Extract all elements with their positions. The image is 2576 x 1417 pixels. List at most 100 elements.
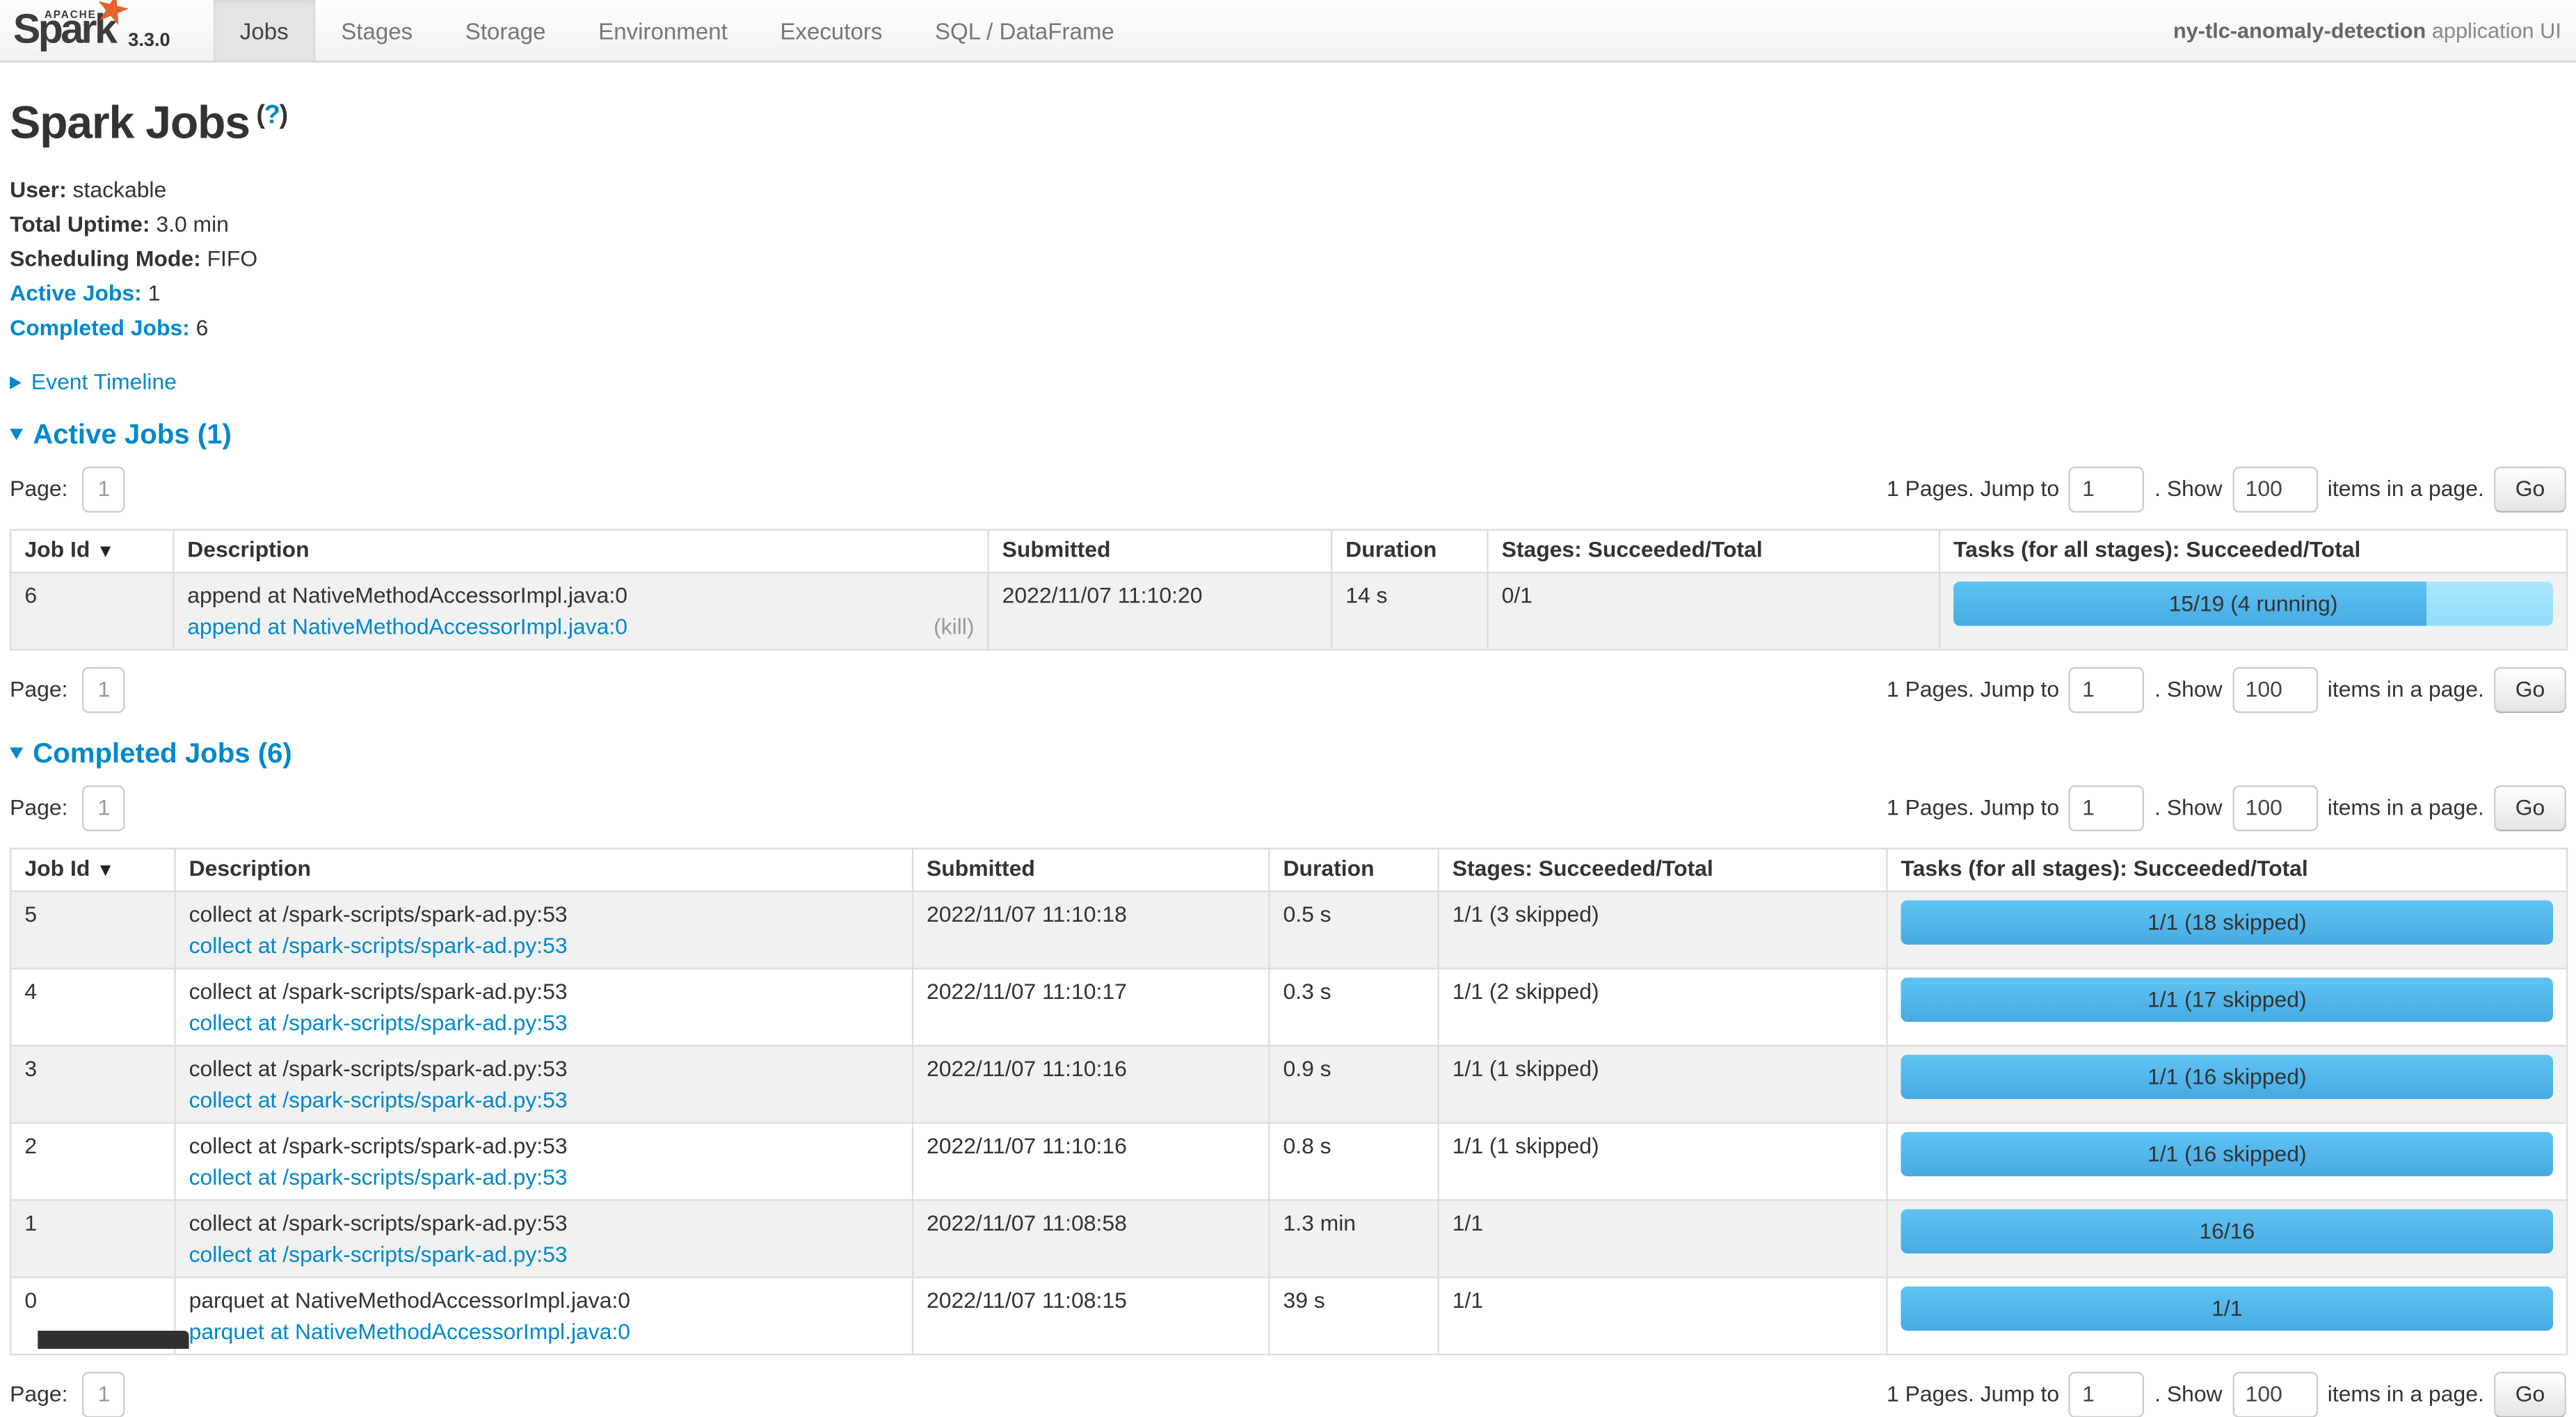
tab-storage[interactable]: Storage — [439, 0, 572, 61]
job-row-1: 1collect at /spark-scripts/spark-ad.py:5… — [10, 1199, 2567, 1276]
job-detail-link[interactable]: parquet at NativeMethodAccessorImpl.java… — [189, 1319, 630, 1343]
stages-cell: 1/1 — [1439, 1199, 1887, 1276]
job-description-text: collect at /spark-scripts/spark-ad.py:53 — [189, 1212, 899, 1235]
pages-count-text: 1 Pages. Jump to — [1887, 477, 2059, 501]
summary-item: Completed Jobs: 6 — [10, 315, 2566, 341]
go-button[interactable]: Go — [2494, 1371, 2566, 1417]
tab-stages[interactable]: Stages — [314, 0, 439, 61]
show-items-input[interactable] — [2232, 785, 2318, 831]
description-cell: collect at /spark-scripts/spark-ad.py:53… — [175, 1122, 913, 1199]
spark-ui-jobs-page: APACHE Spark ★ 3.3.0 JobsStagesStorageEn… — [0, 0, 2576, 1349]
submitted-cell: 2022/11/07 11:10:17 — [913, 968, 1269, 1045]
help-link[interactable]: (?) — [256, 102, 287, 129]
job-detail-link[interactable]: collect at /spark-scripts/spark-ad.py:53 — [189, 933, 568, 957]
items-text: items in a page. — [2328, 795, 2484, 819]
progress-label: 15/19 (4 running) — [1953, 581, 2553, 625]
progress-label: 1/1 (16 skipped) — [1901, 1054, 2553, 1098]
active-jobs-table: Job Id▼DescriptionSubmittedDurationStage… — [10, 528, 2568, 650]
stages-cell: 1/1 — [1439, 1276, 1887, 1354]
column-header-description[interactable]: Description — [175, 848, 913, 890]
column-header-job-id[interactable]: Job Id▼ — [10, 848, 175, 890]
summary-value: FIFO — [201, 246, 257, 271]
items-text: items in a page. — [2328, 1382, 2484, 1406]
column-header-tasks-for-all-stages-succeeded-total[interactable]: Tasks (for all stages): Succeeded/Total — [1939, 529, 2567, 571]
stages-cell: 1/1 (1 skipped) — [1439, 1045, 1887, 1122]
summary-item: Scheduling Mode: FIFO — [10, 246, 2566, 272]
page-number-input[interactable] — [83, 785, 125, 831]
job-detail-link[interactable]: collect at /spark-scripts/spark-ad.py:53 — [189, 1010, 568, 1034]
spark-logo: APACHE Spark ★ 3.3.0 — [0, 0, 214, 61]
show-items-input[interactable] — [2232, 666, 2318, 712]
go-button[interactable]: Go — [2494, 785, 2566, 831]
job-detail-link[interactable]: collect at /spark-scripts/spark-ad.py:53 — [189, 1087, 568, 1112]
job-detail-link[interactable]: collect at /spark-scripts/spark-ad.py:53 — [189, 1164, 568, 1189]
column-header-duration[interactable]: Duration — [1331, 529, 1487, 571]
tasks-cell: 16/16 — [1887, 1199, 2567, 1276]
tab-sql-dataframe[interactable]: SQL / DataFrame — [909, 0, 1140, 61]
tab-jobs[interactable]: Jobs — [214, 0, 314, 61]
tasks-progress-bar: 1/1 (16 skipped) — [1901, 1054, 2553, 1098]
navbar: APACHE Spark ★ 3.3.0 JobsStagesStorageEn… — [0, 0, 2576, 63]
go-button[interactable]: Go — [2494, 466, 2566, 512]
duration-cell: 0.8 s — [1269, 1122, 1438, 1199]
spark-version: 3.3.0 — [128, 31, 170, 51]
column-header-description[interactable]: Description — [173, 529, 988, 571]
sort-desc-icon: ▼ — [97, 860, 115, 879]
page-number-input[interactable] — [83, 666, 125, 712]
progress-label: 1/1 — [1901, 1286, 2553, 1330]
column-header-tasks-for-all-stages-succeeded-total[interactable]: Tasks (for all stages): Succeeded/Total — [1887, 848, 2567, 890]
summary-item: Active Jobs: 1 — [10, 281, 2566, 307]
question-mark-icon[interactable]: ? — [264, 102, 280, 129]
submitted-cell: 2022/11/07 11:10:18 — [913, 890, 1269, 968]
summary-label[interactable]: Completed Jobs: — [10, 315, 190, 339]
jump-to-input[interactable] — [2069, 666, 2145, 712]
job-detail-link[interactable]: append at NativeMethodAccessorImpl.java:… — [187, 614, 627, 639]
app-name: ny-tlc-anomaly-detection application UI — [2173, 0, 2576, 61]
tasks-progress-bar: 1/1 — [1901, 1286, 2553, 1330]
tasks-progress-bar: 15/19 (4 running) — [1953, 581, 2553, 625]
job-row-2: 2collect at /spark-scripts/spark-ad.py:5… — [10, 1122, 2567, 1199]
app-name-strong: ny-tlc-anomaly-detection — [2173, 18, 2426, 42]
page-number-input[interactable] — [83, 1371, 125, 1417]
column-header-duration[interactable]: Duration — [1269, 848, 1438, 890]
kill-link[interactable]: (kill) — [934, 616, 974, 640]
jump-to-input[interactable] — [2069, 785, 2145, 831]
column-header-stages-succeeded-total[interactable]: Stages: Succeeded/Total — [1439, 848, 1887, 890]
summary-value: 6 — [190, 315, 209, 339]
submitted-cell: 2022/11/07 11:10:16 — [913, 1045, 1269, 1122]
job-row-5: 5collect at /spark-scripts/spark-ad.py:5… — [10, 890, 2567, 968]
job-id-cell: 1 — [10, 1199, 175, 1276]
summary-item: User: stackable — [10, 177, 2566, 203]
summary-label: Total Uptime: — [10, 212, 150, 237]
job-description-text: collect at /spark-scripts/spark-ad.py:53 — [189, 1135, 899, 1158]
page-label: Page: — [10, 477, 67, 501]
column-header-stages-succeeded-total[interactable]: Stages: Succeeded/Total — [1488, 529, 1939, 571]
event-timeline-toggle[interactable]: Event Timeline — [10, 369, 2566, 393]
tasks-progress-bar: 16/16 — [1901, 1208, 2553, 1253]
job-id-cell: 4 — [10, 968, 175, 1045]
show-items-input[interactable] — [2232, 466, 2318, 512]
duration-cell: 0.5 s — [1269, 890, 1438, 968]
column-header-submitted[interactable]: Submitted — [913, 848, 1269, 890]
active-jobs-heading[interactable]: Active Jobs (1) — [10, 418, 2566, 451]
column-header-job-id[interactable]: Job Id▼ — [10, 529, 173, 571]
show-items-input[interactable] — [2232, 1371, 2318, 1417]
job-detail-link[interactable]: collect at /spark-scripts/spark-ad.py:53 — [189, 1242, 568, 1266]
show-text: . Show — [2154, 677, 2222, 701]
jump-to-input[interactable] — [2069, 466, 2145, 512]
go-button[interactable]: Go — [2494, 666, 2566, 712]
description-cell: collect at /spark-scripts/spark-ad.py:53… — [175, 1199, 913, 1276]
page-number-input[interactable] — [83, 466, 125, 512]
tab-environment[interactable]: Environment — [572, 0, 753, 61]
items-text: items in a page. — [2328, 477, 2484, 501]
column-header-submitted[interactable]: Submitted — [989, 529, 1332, 571]
duration-cell: 14 s — [1331, 572, 1487, 649]
completed-jobs-heading[interactable]: Completed Jobs (6) — [10, 737, 2566, 769]
duration-cell: 39 s — [1269, 1276, 1438, 1354]
progress-label: 1/1 (18 skipped) — [1901, 899, 2553, 944]
tab-executors[interactable]: Executors — [754, 0, 909, 61]
completed-jobs-pagination-top: Page: 1 Pages. Jump to . Show items in a… — [10, 785, 2566, 831]
table-header-row: Job Id▼DescriptionSubmittedDurationStage… — [10, 529, 2567, 571]
jump-to-input[interactable] — [2069, 1371, 2145, 1417]
summary-label[interactable]: Active Jobs: — [10, 281, 142, 305]
